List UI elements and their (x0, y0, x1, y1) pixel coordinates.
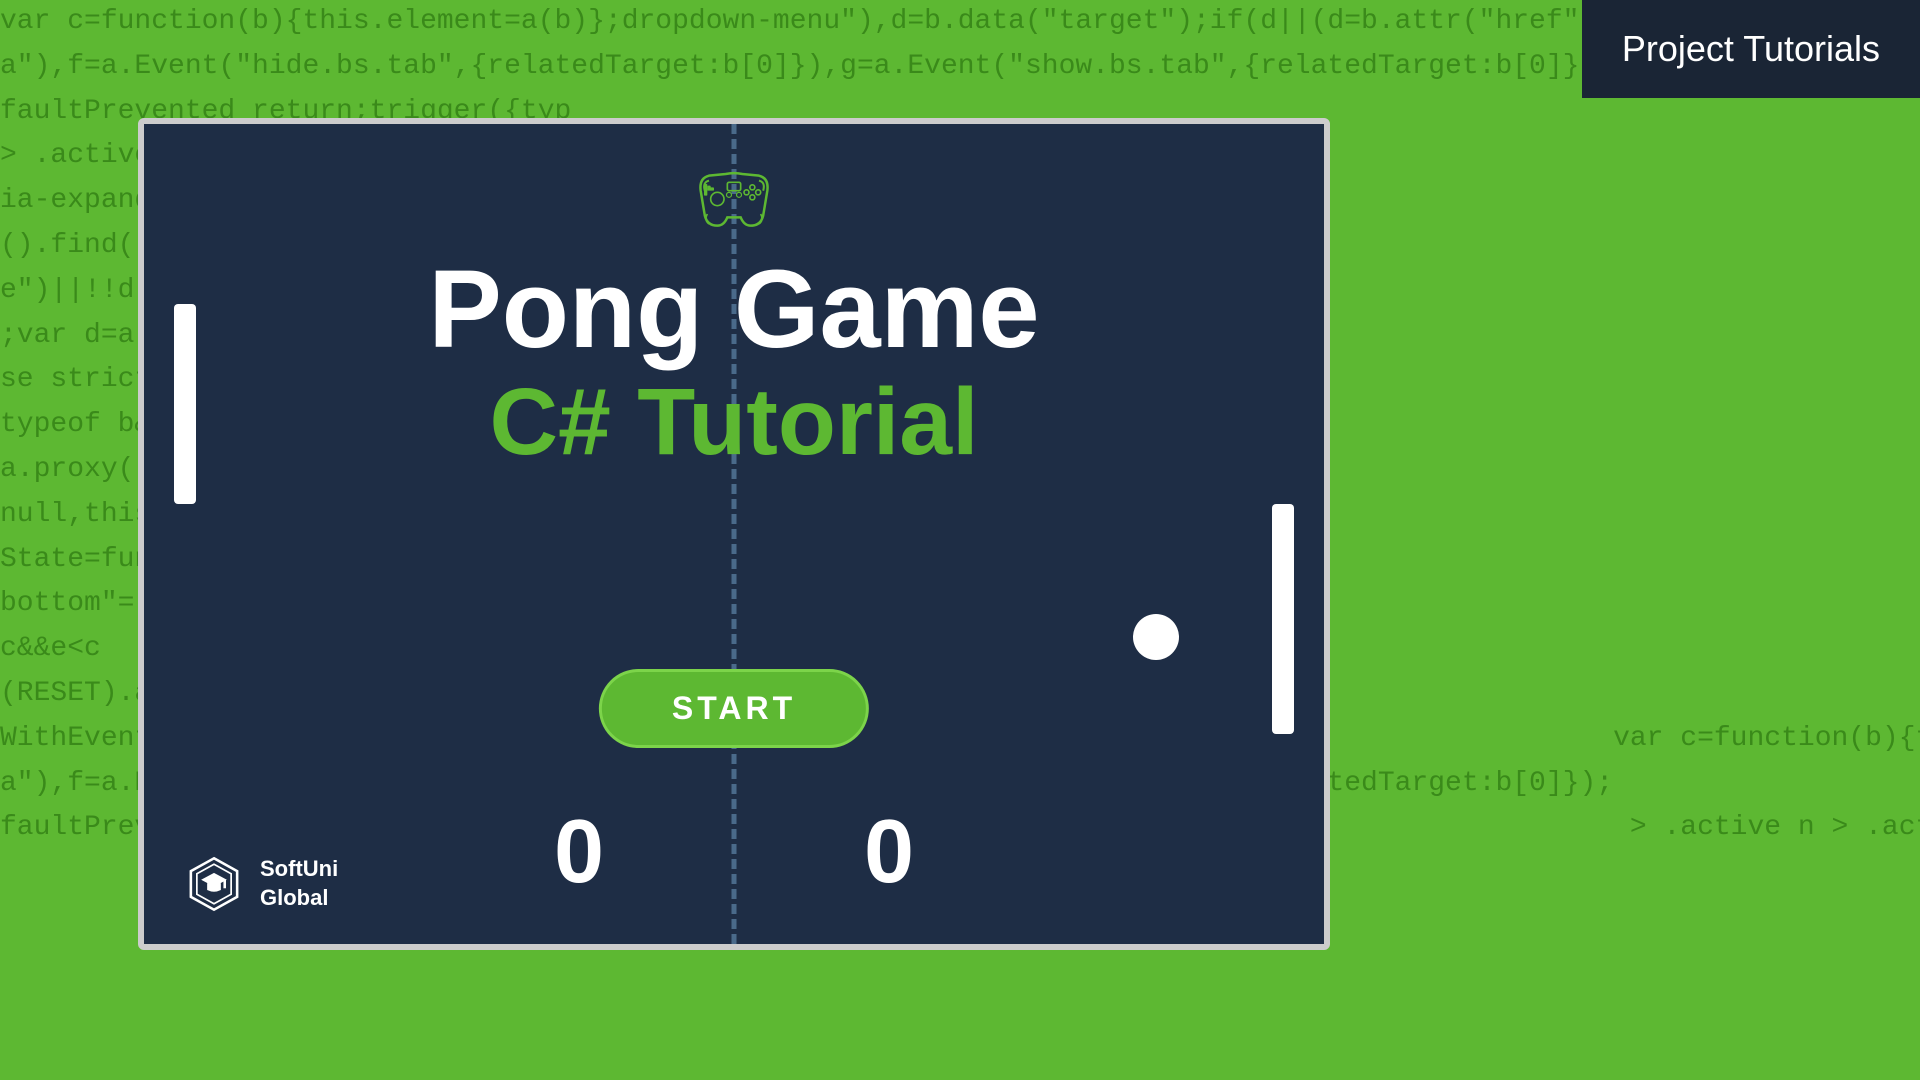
softuni-brand-text: SoftUni Global (260, 855, 338, 912)
brand-name-line1: SoftUni (260, 855, 338, 884)
ball (1133, 614, 1179, 660)
controller-icon (684, 164, 784, 239)
brand-name-line2: Global (260, 884, 338, 913)
game-card: Pong Game C# Tutorial START 0 0 SoftUni … (138, 118, 1330, 950)
game-subtitle: C# Tutorial (489, 375, 978, 470)
paddle-right (1272, 504, 1294, 734)
softuni-logo: SoftUni Global (184, 854, 338, 914)
score-right: 0 (864, 801, 914, 904)
score-left: 0 (554, 801, 604, 904)
project-tutorials-badge: Project Tutorials (1582, 0, 1920, 98)
start-button[interactable]: START (599, 669, 869, 748)
badge-label: Project Tutorials (1622, 28, 1880, 69)
game-title: Pong Game (428, 255, 1039, 365)
